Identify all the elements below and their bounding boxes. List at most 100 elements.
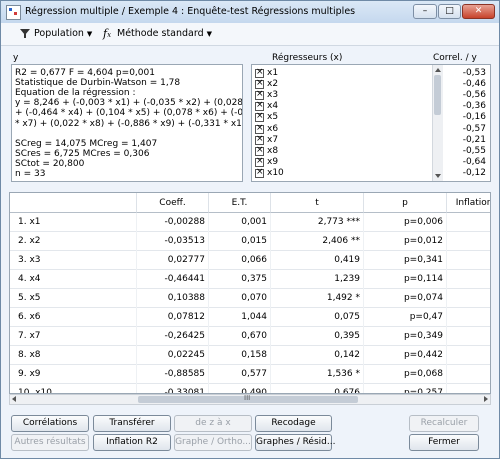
table-cell: [447, 270, 490, 289]
table-cell: 0,02777: [137, 251, 209, 270]
table-row[interactable]: 7. x7 -0,26425 0,670 0,395 p=0,349: [10, 327, 490, 346]
regressor-name: x7: [267, 134, 279, 145]
table-row[interactable]: 5. x5 0,10388 0,070 1,492 * p=0,074: [10, 289, 490, 308]
regressor-item[interactable]: x2: [252, 78, 432, 90]
table-cell: p=0,257: [364, 384, 447, 393]
table-cell: p=0,006: [364, 213, 447, 232]
regressor-item[interactable]: x3: [252, 89, 432, 101]
table-row[interactable]: 1. x1 -0,00288 0,001 2,773 *** p=0,006: [10, 213, 490, 232]
regressor-item[interactable]: x6: [252, 123, 432, 135]
table-row[interactable]: 10. x10 -0,33081 0,490 0,676 p=0,257: [10, 384, 490, 393]
method-menu[interactable]: Méthode standard ▼: [117, 28, 212, 39]
table-row[interactable]: 4. x4 -0,46441 0,375 1,239 p=0,114: [10, 270, 490, 289]
column-header[interactable]: t: [271, 193, 364, 213]
regressor-checkbox[interactable]: [255, 156, 264, 167]
maximize-button[interactable]: □: [438, 4, 461, 19]
scroll-down-icon[interactable]: [435, 174, 441, 178]
table-cell: 0,395: [271, 327, 364, 346]
regressor-checkbox[interactable]: [255, 145, 264, 156]
regressor-checkbox[interactable]: [255, 78, 264, 90]
table-row[interactable]: 8. x8 0,02245 0,158 0,142 p=0,442: [10, 346, 490, 365]
table-row[interactable]: 9. x9 -0,88585 0,577 1,536 * p=0,068: [10, 365, 490, 384]
table-cell: -0,00288: [137, 213, 209, 232]
table-cell: p=0,349: [364, 327, 447, 346]
scroll-thumb[interactable]: [434, 75, 441, 115]
minimize-icon: –: [422, 6, 428, 16]
regressor-checkbox[interactable]: [255, 111, 264, 123]
regressor-correlation: -0,53: [462, 68, 486, 78]
caret-down-icon: ▼: [206, 30, 213, 38]
de-z-à-x-button[interactable]: de z à x: [174, 415, 252, 432]
regressor-name: x5: [267, 112, 279, 123]
regressor-item[interactable]: x5: [252, 111, 432, 123]
scroll-right-icon[interactable]: [484, 396, 488, 402]
close-button[interactable]: ✕: [462, 4, 495, 19]
autres-résultats-button[interactable]: Autres résultats: [11, 434, 89, 451]
table-cell: 0,070: [209, 289, 271, 308]
table-cell: p=0,074: [364, 289, 447, 308]
regressor-name: x1: [267, 68, 279, 78]
column-header[interactable]: Coeff.: [137, 193, 209, 213]
regressor-checkbox[interactable]: [255, 134, 264, 145]
regressor-checkbox[interactable]: [255, 100, 264, 112]
regressors-list[interactable]: x1 -0,53 x2 -0,46 x3 -0,56 x4 -0,36 x5 -0,16 x6 -0,…: [251, 64, 491, 182]
table-cell: 1. x1: [10, 213, 137, 232]
table-cell: 0,10388: [137, 289, 209, 308]
scroll-left-icon[interactable]: [12, 396, 16, 402]
transférer-button[interactable]: Transférer: [93, 415, 171, 432]
table-cell: [447, 213, 490, 232]
table-cell: 0,577: [209, 365, 271, 384]
table-cell: 6. x6: [10, 308, 137, 327]
regressor-item[interactable]: x4: [252, 100, 432, 112]
regressors-scrollbar[interactable]: [432, 65, 443, 181]
table-row[interactable]: 2. x2 -0,03513 0,015 2,406 ** p=0,012: [10, 232, 490, 251]
regressor-correlation: -0,56: [462, 90, 486, 101]
table-cell: [447, 346, 490, 365]
scroll-up-icon[interactable]: [435, 68, 441, 72]
column-header[interactable]: Inflation R2: [447, 193, 490, 213]
minimize-button[interactable]: –: [413, 4, 437, 19]
regressor-checkbox[interactable]: [255, 89, 264, 101]
table-cell: 0,066: [209, 251, 271, 270]
regressor-item[interactable]: x1: [252, 67, 432, 79]
recodage-button[interactable]: Recodage: [255, 415, 332, 432]
table-cell: -0,33081: [137, 384, 209, 393]
table-cell: 0,001: [209, 213, 271, 232]
column-header[interactable]: [10, 193, 137, 213]
regressor-item[interactable]: x7: [252, 134, 432, 146]
table-horizontal-scrollbar[interactable]: III: [9, 394, 491, 405]
inflation-r2-button[interactable]: Inflation R2: [93, 434, 171, 451]
regressor-checkbox[interactable]: [255, 123, 264, 134]
regressor-correlation: -0,12: [462, 167, 486, 178]
regressor-name: x6: [267, 123, 279, 134]
population-menu[interactable]: Population ▼: [34, 28, 92, 39]
corrélations-button[interactable]: Corrélations: [11, 415, 89, 432]
regressor-correlation: -0,46: [462, 79, 486, 90]
results-table: Coeff.E.T.tpInflation R21. x1-0,002880,0…: [9, 192, 491, 394]
regressors-label: Régresseurs (x): [272, 53, 343, 63]
regressor-correlation: -0,36: [462, 101, 486, 112]
table-row[interactable]: 6. x6 0,07812 1,044 0,075 p=0,47: [10, 308, 490, 327]
regressor-name: x9: [267, 156, 279, 167]
column-header[interactable]: E.T.: [209, 193, 271, 213]
table-cell: 0,075: [271, 308, 364, 327]
column-header[interactable]: p: [364, 193, 447, 213]
regressor-item[interactable]: x9: [252, 156, 432, 168]
fermer-button[interactable]: Fermer: [409, 434, 479, 451]
regression-window: Régression multiple / Exemple 4 : Enquêt…: [0, 0, 500, 459]
regressor-item[interactable]: x8: [252, 145, 432, 157]
regressor-correlation: -0,16: [462, 112, 486, 123]
stats-text-panel[interactable]: R2 = 0,677 F = 4,604 p=0,001 Statistique …: [11, 64, 243, 182]
recalculer-button[interactable]: Recalculer: [409, 415, 479, 432]
graphe-ortho-button[interactable]: Graphe / Ortho...: [174, 434, 252, 451]
table-cell: -0,26425: [137, 327, 209, 346]
regressor-checkbox[interactable]: [255, 167, 264, 178]
table-cell: 0,490: [209, 384, 271, 393]
regressor-checkbox[interactable]: [255, 67, 264, 78]
graphes-résid-button[interactable]: Graphes / Résid...: [255, 434, 335, 451]
title-bar[interactable]: Régression multiple / Exemple 4 : Enquêt…: [1, 1, 499, 23]
table-row[interactable]: 3. x3 0,02777 0,066 0,419 p=0,341: [10, 251, 490, 270]
regressor-correlation: -0,55: [462, 145, 486, 156]
regressor-item[interactable]: x10: [252, 167, 432, 179]
table-cell: 0,670: [209, 327, 271, 346]
